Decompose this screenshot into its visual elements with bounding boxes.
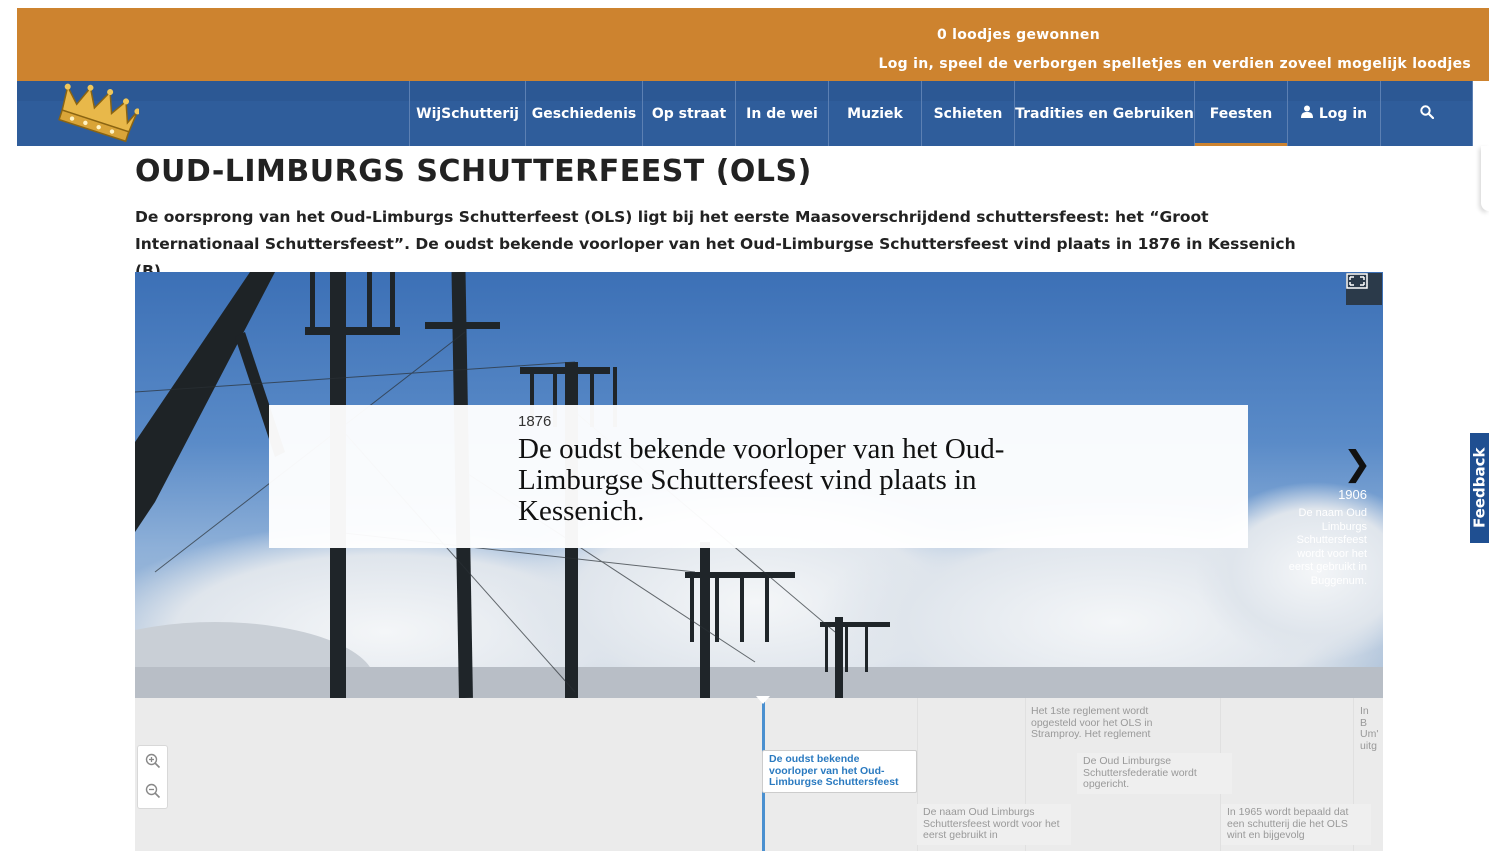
- timeline-event-partial[interactable]: In B Um' uitg: [1354, 703, 1383, 755]
- feedback-tab[interactable]: Feedback: [1470, 433, 1489, 543]
- top-edge: [0, 0, 1472, 8]
- nav-item-in-de-wei[interactable]: In de wei: [735, 81, 828, 146]
- timeline-event-1876[interactable]: De oudst bekende voorloper van het Oud-L…: [762, 750, 917, 793]
- zoom-controls: [137, 745, 168, 809]
- nav-item-feesten[interactable]: Feesten: [1194, 81, 1287, 146]
- main-navbar: WijSchutterij Geschiedenis Op straat In …: [17, 81, 1473, 146]
- next-slide-text[interactable]: De naam Oud Limburgs Schuttersfeest word…: [1277, 507, 1367, 588]
- next-slide-year[interactable]: 1906: [1338, 487, 1367, 502]
- fullscreen-button[interactable]: [1346, 273, 1382, 305]
- nav-item-wijschutterij[interactable]: WijSchutterij: [409, 81, 525, 146]
- timeline-event-federatie[interactable]: De Oud Limburgse Schuttersfederatie word…: [1077, 753, 1232, 794]
- slide-headline: De oudst bekende voorloper van het Oud-L…: [518, 433, 1005, 527]
- search-icon: [1419, 104, 1434, 123]
- nav-item-geschiedenis[interactable]: Geschiedenis: [525, 81, 642, 146]
- user-icon: [1300, 105, 1313, 122]
- timeline-event-reglement[interactable]: Het 1ste reglement wordt opgesteld voor …: [1025, 703, 1185, 744]
- loodjes-count: 0 loodjes gewonnen: [936, 27, 1100, 43]
- expand-icon: [1346, 273, 1368, 289]
- slide-text-card: 1876 De oudst bekende voorloper van het …: [269, 405, 1248, 548]
- timeline-navigator: De oudst bekende voorloper van het Oud-L…: [135, 696, 1383, 851]
- nav-item-login[interactable]: Log in: [1287, 81, 1380, 146]
- zoom-in-button[interactable]: [143, 751, 163, 771]
- next-slide-chevron-icon[interactable]: ❯: [1343, 444, 1372, 484]
- loodjes-cta[interactable]: Log in, speel de verborgen spelletjes en…: [878, 56, 1471, 72]
- slide-year: 1876: [518, 413, 552, 430]
- timeline-event-1906[interactable]: De naam Oud Limburgs Schuttersfeest word…: [917, 804, 1071, 845]
- nav-item-muziek[interactable]: Muziek: [828, 81, 921, 146]
- nav-item-schieten[interactable]: Schieten: [921, 81, 1014, 146]
- crown-logo-icon[interactable]: [55, 83, 139, 143]
- nav-item-tradities[interactable]: Tradities en Gebruiken: [1014, 81, 1194, 146]
- page-title: OUD-LIMBURGS SCHUTTERFEEST (OLS): [135, 154, 812, 189]
- zoom-in-icon: [145, 753, 161, 769]
- zoom-out-button[interactable]: [143, 781, 163, 801]
- nav-menu: WijSchutterij Geschiedenis Op straat In …: [409, 81, 1473, 146]
- timeline-widget: 1876 De oudst bekende voorloper van het …: [135, 272, 1383, 851]
- zoom-out-icon: [145, 783, 161, 799]
- nav-item-op-straat[interactable]: Op straat: [642, 81, 735, 146]
- nav-search-button[interactable]: [1380, 81, 1473, 146]
- timeline-event-1965[interactable]: In 1965 wordt bepaald dat een schutterij…: [1221, 804, 1371, 845]
- timeline-slide-background: 1876 De oudst bekende voorloper van het …: [135, 272, 1383, 698]
- loodjes-banner: 0 loodjes gewonnen Log in, speel de verb…: [17, 8, 1489, 81]
